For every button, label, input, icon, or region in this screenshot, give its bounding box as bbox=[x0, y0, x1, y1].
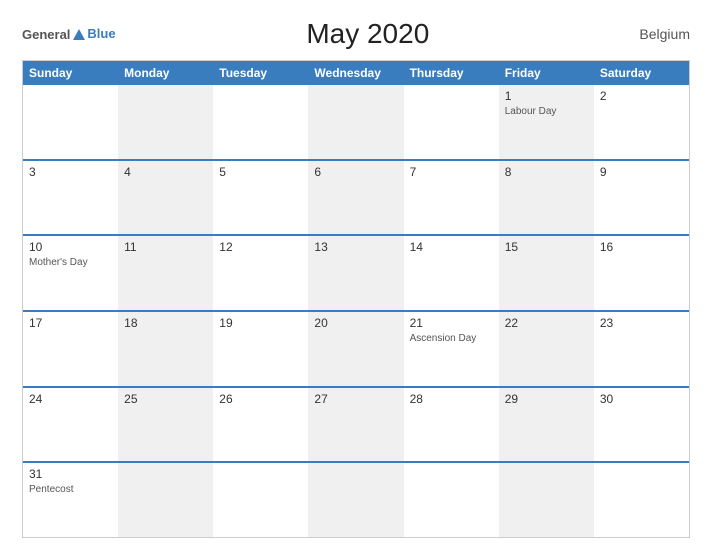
cal-cell bbox=[308, 463, 403, 537]
cal-cell bbox=[404, 85, 499, 159]
day-number: 22 bbox=[505, 316, 588, 330]
day-number: 25 bbox=[124, 392, 207, 406]
week-row-3: 17 18 19 20 21 Ascension Day 22 23 bbox=[23, 310, 689, 386]
day-number: 21 bbox=[410, 316, 493, 330]
col-header-friday: Friday bbox=[499, 61, 594, 85]
cal-cell: 17 bbox=[23, 312, 118, 386]
calendar-body: 1Labour Day2345678910Mother's Day1112131… bbox=[23, 85, 689, 537]
cal-cell bbox=[213, 463, 308, 537]
cal-cell: 5 bbox=[213, 161, 308, 235]
col-header-saturday: Saturday bbox=[594, 61, 689, 85]
day-number: 23 bbox=[600, 316, 683, 330]
day-number: 19 bbox=[219, 316, 302, 330]
cal-cell: 2 bbox=[594, 85, 689, 159]
day-number: 3 bbox=[29, 165, 112, 179]
cal-cell: 9 bbox=[594, 161, 689, 235]
col-header-tuesday: Tuesday bbox=[213, 61, 308, 85]
cal-cell: 4 bbox=[118, 161, 213, 235]
cal-cell bbox=[213, 85, 308, 159]
day-number: 2 bbox=[600, 89, 683, 103]
cal-cell: 24 bbox=[23, 388, 118, 462]
cal-cell: 13 bbox=[308, 236, 403, 310]
cal-cell: 14 bbox=[404, 236, 499, 310]
day-number: 13 bbox=[314, 240, 397, 254]
cal-cell: 26 bbox=[213, 388, 308, 462]
country-label: Belgium bbox=[620, 26, 690, 42]
holiday-label: Mother's Day bbox=[29, 256, 112, 269]
day-number: 15 bbox=[505, 240, 588, 254]
week-row-2: 10 Mother's Day 11 12 13 14 15 16 bbox=[23, 234, 689, 310]
calendar-grid: SundayMondayTuesdayWednesdayThursdayFrid… bbox=[22, 60, 690, 538]
day-number: 12 bbox=[219, 240, 302, 254]
day-number: 11 bbox=[124, 240, 207, 254]
cal-cell: 21 Ascension Day bbox=[404, 312, 499, 386]
day-number: 16 bbox=[600, 240, 683, 254]
cal-cell: 8 bbox=[499, 161, 594, 235]
calendar-header: GeneralBlue May 2020 Belgium bbox=[22, 18, 690, 50]
day-number: 17 bbox=[29, 316, 112, 330]
cal-cell: 31 Pentecost bbox=[23, 463, 118, 537]
cal-cell bbox=[594, 463, 689, 537]
day-number: 4 bbox=[124, 165, 207, 179]
cal-cell: 3 bbox=[23, 161, 118, 235]
day-number: 26 bbox=[219, 392, 302, 406]
page: GeneralBlue May 2020 Belgium SundayMonda… bbox=[0, 0, 712, 550]
week-row-0: 1 Labour Day 2 bbox=[23, 85, 689, 159]
holiday-label: Labour Day bbox=[505, 105, 588, 118]
day-number: 28 bbox=[410, 392, 493, 406]
cal-cell: 1 Labour Day bbox=[499, 85, 594, 159]
cal-cell: 6 bbox=[308, 161, 403, 235]
cal-cell: 11 bbox=[118, 236, 213, 310]
cal-cell: 12 bbox=[213, 236, 308, 310]
cal-cell: 22 bbox=[499, 312, 594, 386]
cal-cell: 15 bbox=[499, 236, 594, 310]
cal-cell: 29 bbox=[499, 388, 594, 462]
cal-cell: 10 Mother's Day bbox=[23, 236, 118, 310]
cal-cell: 25 bbox=[118, 388, 213, 462]
col-header-wednesday: Wednesday bbox=[308, 61, 403, 85]
day-number: 24 bbox=[29, 392, 112, 406]
holiday-label: Pentecost bbox=[29, 483, 112, 496]
day-number: 29 bbox=[505, 392, 588, 406]
cal-cell bbox=[499, 463, 594, 537]
day-number: 27 bbox=[314, 392, 397, 406]
day-number: 31 bbox=[29, 467, 112, 481]
day-number: 18 bbox=[124, 316, 207, 330]
day-number: 7 bbox=[410, 165, 493, 179]
cal-cell bbox=[118, 463, 213, 537]
day-number: 5 bbox=[219, 165, 302, 179]
week-row-1: 3456789 bbox=[23, 159, 689, 235]
day-number: 1 bbox=[505, 89, 588, 103]
cal-cell bbox=[118, 85, 213, 159]
col-header-monday: Monday bbox=[118, 61, 213, 85]
logo: GeneralBlue bbox=[22, 25, 116, 43]
calendar-day-headers: SundayMondayTuesdayWednesdayThursdayFrid… bbox=[23, 61, 689, 85]
day-number: 30 bbox=[600, 392, 683, 406]
cal-cell: 7 bbox=[404, 161, 499, 235]
holiday-label: Ascension Day bbox=[410, 332, 493, 345]
week-row-4: 24 25 26 27 28 29 30 bbox=[23, 386, 689, 462]
cal-cell: 30 bbox=[594, 388, 689, 462]
week-row-5: 31 Pentecost bbox=[23, 461, 689, 537]
day-number: 8 bbox=[505, 165, 588, 179]
cal-cell bbox=[404, 463, 499, 537]
cal-cell bbox=[23, 85, 118, 159]
calendar-title: May 2020 bbox=[116, 18, 620, 50]
cal-cell: 28 bbox=[404, 388, 499, 462]
logo-triangle-icon bbox=[73, 29, 85, 40]
cal-cell: 19 bbox=[213, 312, 308, 386]
cal-cell: 20 bbox=[308, 312, 403, 386]
col-header-sunday: Sunday bbox=[23, 61, 118, 85]
cal-cell: 23 bbox=[594, 312, 689, 386]
day-number: 10 bbox=[29, 240, 112, 254]
cal-cell: 16 bbox=[594, 236, 689, 310]
col-header-thursday: Thursday bbox=[404, 61, 499, 85]
cal-cell bbox=[308, 85, 403, 159]
day-number: 6 bbox=[314, 165, 397, 179]
cal-cell: 18 bbox=[118, 312, 213, 386]
day-number: 14 bbox=[410, 240, 493, 254]
day-number: 9 bbox=[600, 165, 683, 179]
day-number: 20 bbox=[314, 316, 397, 330]
cal-cell: 27 bbox=[308, 388, 403, 462]
